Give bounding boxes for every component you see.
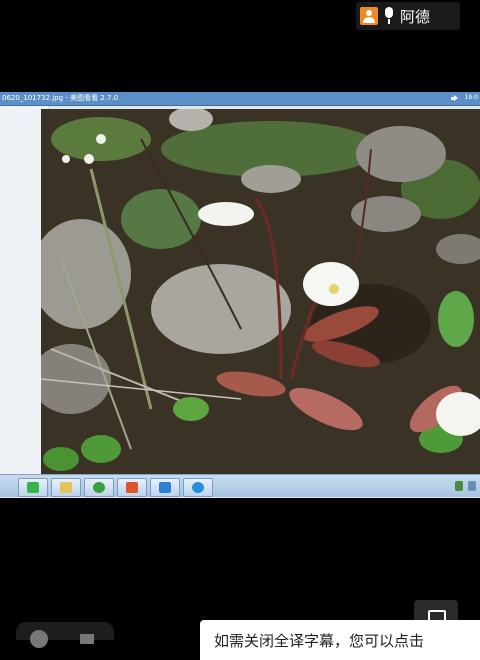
browser-icon [93, 482, 105, 493]
photo-viewer-icon [159, 482, 171, 493]
viewer-title: 0620_101732.jpg - 美图看看 2.7.0 [2, 94, 119, 102]
viewer-titlebar: 0620_101732.jpg - 美图看看 2.7.0 19:0 [0, 92, 480, 106]
rock [241, 165, 301, 193]
moss-patch [121, 189, 201, 249]
small-flower [62, 155, 70, 163]
image-viewer-window: 0620_101732.jpg - 美图看看 2.7.0 19:0 [0, 92, 480, 498]
microphone-icon [382, 7, 396, 25]
small-flower [96, 134, 106, 144]
folder-icon [60, 482, 72, 493]
rock [151, 264, 291, 354]
screen-icon [80, 634, 94, 644]
subtitle-text: 如需关闭全译字幕，您可以点击 [214, 632, 425, 650]
taskbar-globe-button[interactable] [183, 478, 213, 497]
taskbar-folder-button[interactable] [51, 478, 81, 497]
tray-icon[interactable] [455, 481, 463, 491]
windows-taskbar [0, 474, 480, 497]
globe-icon [192, 482, 204, 493]
taskbar-wechat-button[interactable] [18, 478, 48, 497]
taskbar-photo-viewer-button[interactable] [150, 478, 180, 497]
user-avatar-icon [360, 7, 378, 25]
flower-photo [41, 109, 480, 475]
stream-user-chip[interactable]: 阿德 [356, 2, 460, 30]
presentation-icon [126, 482, 138, 493]
flower-center [329, 284, 339, 294]
leaf [43, 447, 79, 471]
white-flower [303, 262, 359, 306]
tray-icon[interactable] [468, 481, 476, 491]
record-icon [30, 630, 48, 648]
volume-icon[interactable] [451, 95, 458, 102]
leaf [81, 435, 121, 463]
bottom-left-controls[interactable] [16, 622, 114, 648]
taskbar-browser-button[interactable] [84, 478, 114, 497]
leaf [173, 397, 209, 421]
small-flower [84, 154, 94, 164]
white-flower [198, 202, 254, 226]
clock-readout: 19:0 [464, 94, 478, 101]
leaf [438, 291, 474, 347]
stream-user-name: 阿德 [400, 7, 431, 26]
wechat-icon [27, 482, 39, 493]
subtitle-banner[interactable]: 如需关闭全译字幕，您可以点击 [200, 620, 480, 660]
taskbar-presentation-button[interactable] [117, 478, 147, 497]
